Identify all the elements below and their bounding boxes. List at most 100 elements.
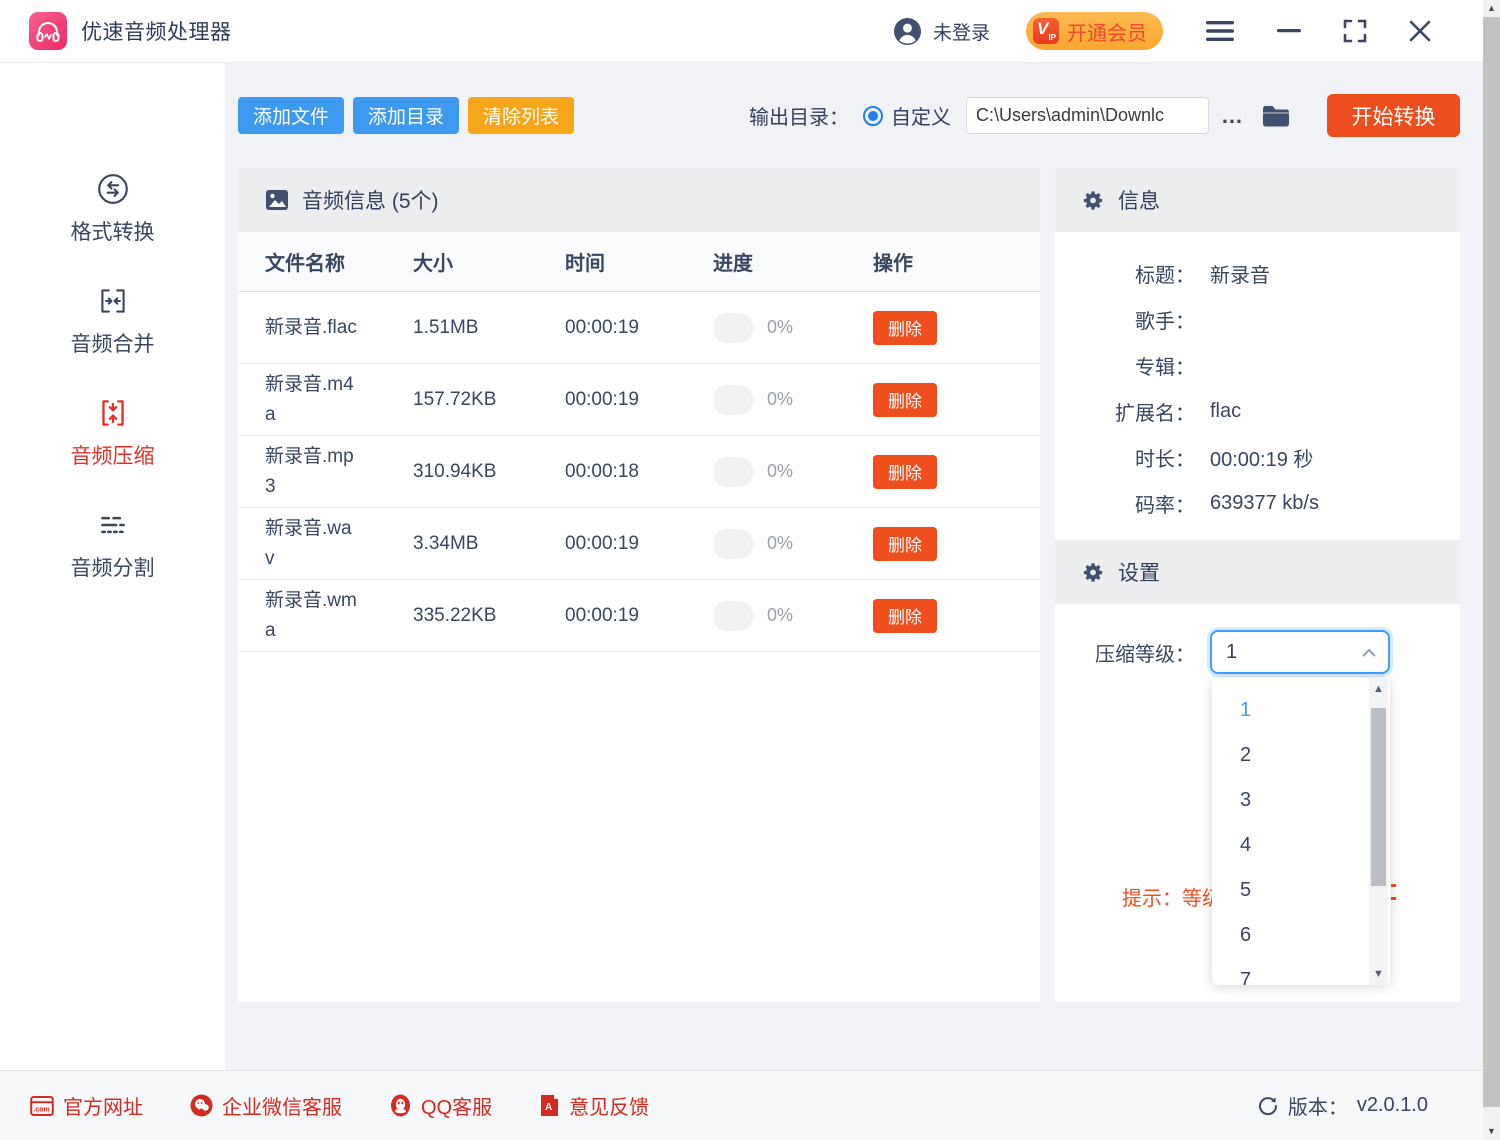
refresh-icon[interactable] xyxy=(1257,1095,1279,1117)
hint-text: 提示：等级 xyxy=(1122,882,1222,911)
dropdown-option[interactable]: 7 xyxy=(1212,958,1390,985)
settings-panel-title: 设置 xyxy=(1118,557,1160,587)
svg-text:A: A xyxy=(545,1102,552,1113)
output-dir-label: 输出目录： xyxy=(749,101,849,130)
field-label: 歌手： xyxy=(1055,305,1195,334)
avatar-icon[interactable] xyxy=(893,17,922,46)
info-panel-header: 信息 xyxy=(1055,168,1460,232)
sidebar-item-format-convert[interactable]: 格式转换 xyxy=(71,171,155,246)
table-row: 新录音.flac 1.51MB 00:00:19 0% 删除 xyxy=(238,292,1040,364)
file-size: 3.34MB xyxy=(413,533,565,555)
titlebar: 优速音频处理器 未登录 VIP 开通会员 xyxy=(0,0,1483,63)
sidebar-item-label: 音频压缩 xyxy=(71,440,155,470)
version-value: v2.0.1.0 xyxy=(1357,1094,1428,1117)
sidebar-item-audio-compress[interactable]: 音频压缩 xyxy=(71,395,155,470)
feedback-link[interactable]: A 意见反馈 xyxy=(539,1091,649,1120)
login-status[interactable]: 未登录 xyxy=(933,18,990,45)
open-folder-button[interactable] xyxy=(1261,103,1291,129)
qq-support-link[interactable]: QQ客服 xyxy=(389,1091,492,1120)
open-vip-button[interactable]: VIP 开通会员 xyxy=(1026,12,1163,50)
version-label: 版本： xyxy=(1288,1091,1348,1120)
custom-radio[interactable] xyxy=(863,106,883,126)
footer-link-label: 意见反馈 xyxy=(569,1091,649,1120)
hamburger-icon xyxy=(1205,20,1235,42)
field-label: 扩展名： xyxy=(1055,397,1195,426)
sidebar: 格式转换 音频合并 音频压缩 音频分割 xyxy=(0,63,226,1070)
dropdown-scrollbar-thumb[interactable] xyxy=(1371,708,1386,886)
format-convert-icon xyxy=(95,171,131,207)
maximize-button[interactable] xyxy=(1343,16,1367,46)
start-convert-button[interactable]: 开始转换 xyxy=(1327,94,1460,137)
delete-button[interactable]: 删除 xyxy=(873,527,937,561)
audio-info-panel: 音频信息 (5个) 文件名称 大小 时间 进度 操作 新录音.flac 1.51… xyxy=(238,168,1040,1002)
field-label: 标题： xyxy=(1055,259,1195,288)
progress-pill xyxy=(713,601,753,631)
scroll-up-arrow-icon[interactable]: ▲ xyxy=(1369,678,1388,700)
custom-radio-label[interactable]: 自定义 xyxy=(891,101,951,130)
file-name: 新录音.wma xyxy=(265,586,359,645)
progress-pill xyxy=(713,313,753,343)
scrollbar-up-arrow-icon[interactable]: ▲ xyxy=(1483,0,1500,17)
sidebar-item-audio-split[interactable]: 音频分割 xyxy=(71,507,155,582)
field-value: 新录音 xyxy=(1210,259,1270,288)
progress-percent: 0% xyxy=(767,605,793,626)
official-website-link[interactable]: .com 官方网址 xyxy=(30,1091,143,1120)
delete-button[interactable]: 删除 xyxy=(873,311,937,345)
col-size: 大小 xyxy=(413,247,565,276)
wechat-icon xyxy=(190,1094,213,1117)
delete-button[interactable]: 删除 xyxy=(873,599,937,633)
field-value: flac xyxy=(1210,400,1241,423)
browse-ellipsis-button[interactable]: … xyxy=(1221,103,1244,129)
add-directory-button[interactable]: 添加目录 xyxy=(353,97,459,134)
dropdown-option[interactable]: 1 xyxy=(1212,688,1390,733)
compress-level-select[interactable]: 1 xyxy=(1210,630,1390,674)
gear-icon xyxy=(1082,189,1105,212)
clear-list-button[interactable]: 清除列表 xyxy=(468,97,574,134)
file-name: 新录音.wav xyxy=(265,514,359,573)
output-path-input[interactable] xyxy=(966,97,1209,134)
table-row: 新录音.wma 335.22KB 00:00:19 0% 删除 xyxy=(238,580,1040,652)
table-row: 新录音.mp3 310.94KB 00:00:18 0% 删除 xyxy=(238,436,1040,508)
close-icon xyxy=(1409,20,1431,42)
file-time: 00:00:19 xyxy=(565,533,713,555)
dropdown-option[interactable]: 4 xyxy=(1212,823,1390,868)
dropdown-option[interactable]: 3 xyxy=(1212,778,1390,823)
maximize-icon xyxy=(1343,19,1367,43)
menu-button[interactable] xyxy=(1205,16,1235,46)
file-size: 157.72KB xyxy=(413,389,565,411)
file-size: 335.22KB xyxy=(413,605,565,627)
dropdown-option[interactable]: 2 xyxy=(1212,733,1390,778)
file-name: 新录音.mp3 xyxy=(265,442,359,501)
sidebar-item-label: 音频合并 xyxy=(71,328,155,358)
file-time: 00:00:19 xyxy=(565,389,713,411)
app-title: 优速音频处理器 xyxy=(81,16,232,46)
table-row: 新录音.m4a 157.72KB 00:00:19 0% 删除 xyxy=(238,364,1040,436)
field-label: 码率： xyxy=(1055,489,1195,518)
progress-percent: 0% xyxy=(767,533,793,554)
file-time: 00:00:19 xyxy=(565,605,713,627)
file-name: 新录音.m4a xyxy=(265,370,359,429)
dropdown-option[interactable]: 5 xyxy=(1212,868,1390,913)
progress-percent: 0% xyxy=(767,317,793,338)
close-button[interactable] xyxy=(1409,16,1431,46)
window-scrollbar-thumb[interactable] xyxy=(1483,17,1500,1107)
field-label: 时长： xyxy=(1055,443,1195,472)
sidebar-item-audio-merge[interactable]: 音频合并 xyxy=(71,283,155,358)
wechat-support-link[interactable]: 企业微信客服 xyxy=(190,1091,342,1120)
audio-compress-icon xyxy=(95,395,131,431)
add-file-button[interactable]: 添加文件 xyxy=(238,97,344,134)
delete-button[interactable]: 删除 xyxy=(873,455,937,489)
info-panel-title: 信息 xyxy=(1118,185,1160,215)
scroll-down-arrow-icon[interactable]: ▼ xyxy=(1369,963,1388,985)
dropdown-scrollbar[interactable]: ▲ ▼ xyxy=(1369,678,1388,985)
version-info: 版本： v2.0.1.0 xyxy=(1257,1091,1428,1120)
col-progress: 进度 xyxy=(713,247,873,276)
window-scrollbar[interactable]: ▲ ▼ xyxy=(1483,0,1500,1140)
minimize-button[interactable] xyxy=(1277,16,1301,46)
dropdown-option[interactable]: 6 xyxy=(1212,913,1390,958)
col-file-name: 文件名称 xyxy=(265,247,413,276)
delete-button[interactable]: 删除 xyxy=(873,383,937,417)
file-name: 新录音.flac xyxy=(265,313,359,342)
scrollbar-down-arrow-icon[interactable]: ▼ xyxy=(1483,1123,1500,1140)
field-value: 639377 kb/s xyxy=(1210,492,1319,515)
